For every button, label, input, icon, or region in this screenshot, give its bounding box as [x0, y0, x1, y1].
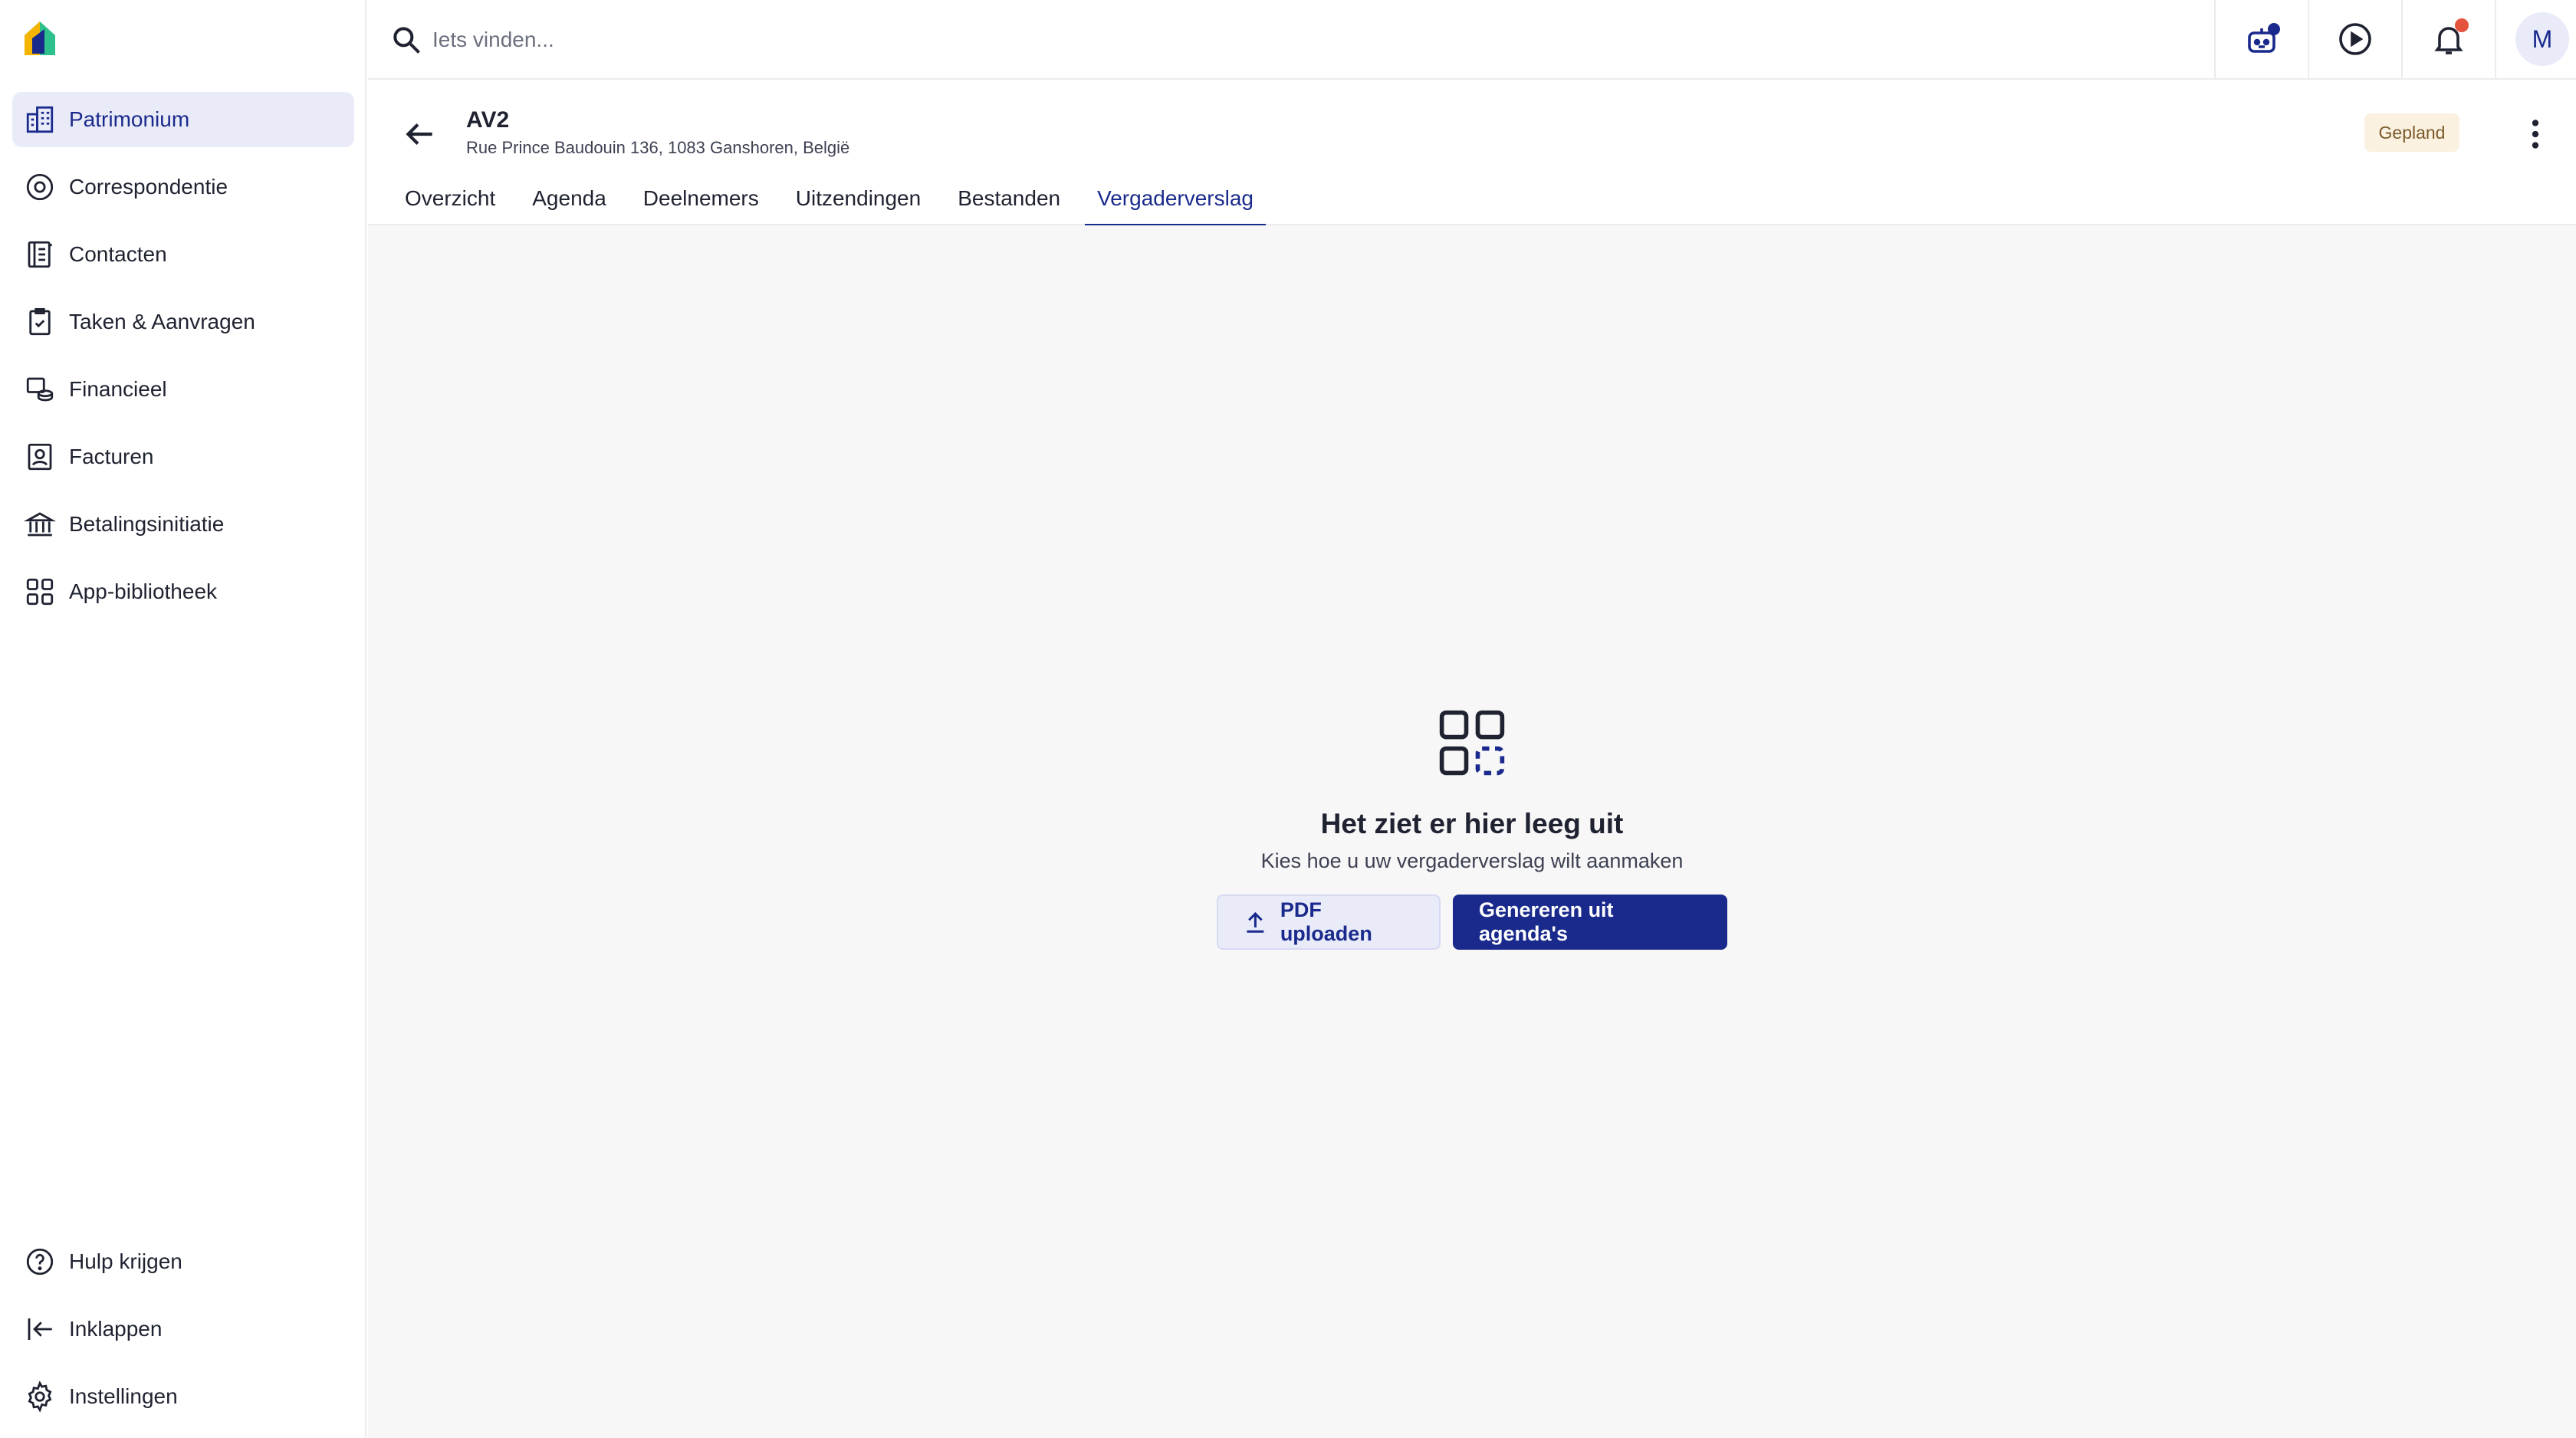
sidebar-item-instellingen[interactable]: Instellingen: [12, 1369, 354, 1424]
notification-dot: [2455, 18, 2469, 32]
gear-icon: [23, 1380, 57, 1413]
sidebar-item-patrimonium[interactable]: Patrimonium: [12, 92, 354, 147]
app-logo-icon[interactable]: [21, 18, 58, 58]
search-icon: [389, 23, 423, 57]
building-icon: [23, 103, 57, 136]
tab-agenda[interactable]: Agenda: [520, 172, 619, 225]
collapse-left-icon: [23, 1312, 57, 1346]
more-options-icon[interactable]: [2516, 115, 2555, 153]
sidebar-bottom-nav: Hulp krijgen Inklappen Instellingen: [12, 1234, 354, 1436]
empty-state-title: Het ziet er hier leeg uit: [1320, 808, 1624, 839]
sidebar-item-label: App-bibliotheek: [69, 579, 218, 603]
page-header: AV2 Rue Prince Baudouin 136, 1083 Gansho…: [368, 80, 2576, 227]
sidebar-item-contacten[interactable]: Contacten: [12, 227, 354, 282]
tab-deelnemers[interactable]: Deelnemers: [631, 172, 771, 225]
upload-pdf-button[interactable]: PDF uploaden: [1217, 895, 1441, 950]
tab-vergaderverslag[interactable]: Vergaderverslag: [1085, 172, 1266, 227]
play-tutorial-button[interactable]: [2308, 0, 2401, 78]
apps-grid-icon: [23, 575, 57, 609]
user-menu-button[interactable]: M: [2495, 0, 2576, 78]
sidebar-item-betalingsinitiatie[interactable]: Betalingsinitiatie: [12, 497, 354, 552]
sidebar-item-label: Facturen: [69, 445, 154, 468]
empty-grid-icon: [1438, 708, 1506, 777]
tab-overzicht[interactable]: Overzicht: [393, 172, 508, 225]
copilot-indicator: [2268, 23, 2280, 35]
play-circle-icon: [2337, 21, 2374, 57]
upload-pdf-label: PDF uploaden: [1280, 898, 1372, 945]
sidebar-item-financieel[interactable]: Financieel: [12, 362, 354, 417]
coins-icon: [23, 373, 57, 406]
copilot-button[interactable]: [2214, 0, 2308, 78]
generate-label: Genereren uit agenda's: [1479, 898, 1614, 945]
clipboard-check-icon: [23, 305, 57, 339]
avatar: M: [2515, 12, 2569, 66]
sidebar-item-taken-aanvragen[interactable]: Taken & Aanvragen: [12, 294, 354, 350]
sidebar-item-label: Taken & Aanvragen: [69, 310, 255, 333]
bank-icon: [23, 507, 57, 541]
page-title: AV2: [466, 107, 510, 133]
sidebar-item-facturen[interactable]: Facturen: [12, 429, 354, 484]
sidebar-item-hulp-krijgen[interactable]: Hulp krijgen: [12, 1234, 354, 1289]
topbar: M: [368, 0, 2576, 80]
notifications-button[interactable]: [2401, 0, 2495, 78]
page-subtitle-address: Rue Prince Baudouin 136, 1083 Ganshoren,…: [466, 138, 850, 157]
invoice-icon: [23, 440, 57, 474]
status-badge: Gepland: [2364, 113, 2459, 152]
sidebar-item-label: Hulp krijgen: [69, 1249, 182, 1273]
sidebar-item-inklappen[interactable]: Inklappen: [12, 1302, 354, 1357]
tab-uitzendingen[interactable]: Uitzendingen: [784, 172, 933, 225]
sidebar-item-correspondentie[interactable]: Correspondentie: [12, 159, 354, 215]
generate-from-agenda-button[interactable]: Genereren uit agenda's: [1453, 895, 1727, 950]
empty-state-actions: PDF uploaden Genereren uit agenda's: [1217, 895, 1727, 950]
sidebar-item-label: Instellingen: [69, 1384, 178, 1408]
help-circle-icon: [23, 1245, 57, 1279]
search-input[interactable]: [432, 20, 1506, 60]
empty-state-subtitle: Kies hoe u uw vergaderverslag wilt aanma…: [1260, 849, 1684, 872]
sidebar-item-label: Correspondentie: [69, 175, 228, 199]
main-content: Het ziet er hier leeg uit Kies hoe u uw …: [368, 225, 2576, 1438]
tab-bar: Overzicht Agenda Deelnemers Uitzendingen…: [368, 172, 1266, 227]
contacts-book-icon: [23, 238, 57, 271]
empty-state: Het ziet er hier leeg uit Kies hoe u uw …: [368, 708, 2576, 950]
upload-icon: [1247, 911, 1264, 933]
sidebar-item-label: Betalingsinitiatie: [69, 512, 225, 536]
mail-at-icon: [23, 170, 57, 204]
sidebar-item-label: Inklappen: [69, 1317, 163, 1341]
sidebar-item-label: Patrimonium: [69, 107, 190, 131]
sidebar-item-app-bibliotheek[interactable]: App-bibliotheek: [12, 564, 354, 619]
back-arrow-icon[interactable]: [400, 115, 439, 153]
sidebar-nav: Patrimonium Correspondentie Contacten Ta…: [12, 92, 354, 632]
sidebar-item-label: Contacten: [69, 242, 167, 266]
sidebar-item-label: Financieel: [69, 377, 167, 401]
sidebar: Patrimonium Correspondentie Contacten Ta…: [0, 0, 366, 1438]
tab-bestanden[interactable]: Bestanden: [945, 172, 1073, 225]
